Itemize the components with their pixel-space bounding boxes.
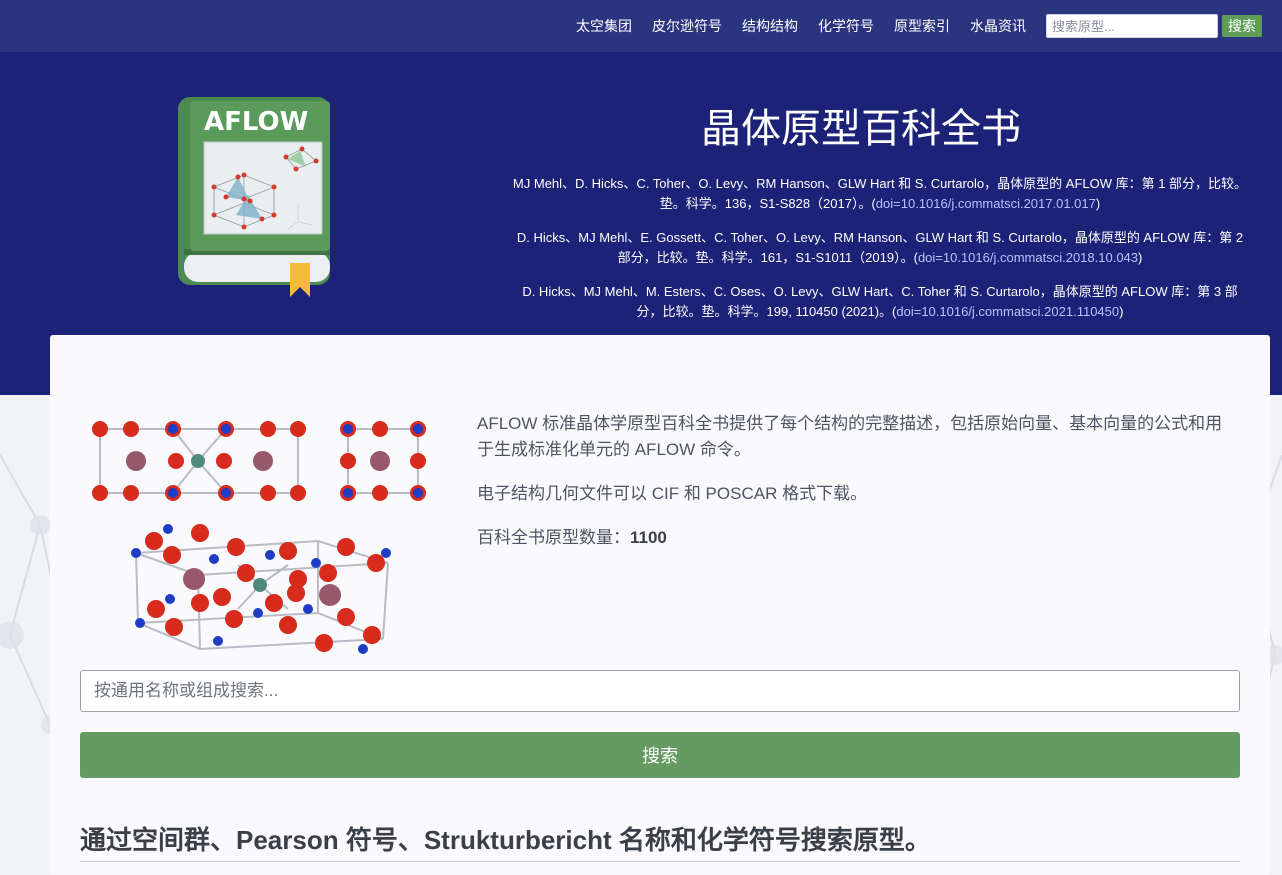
nav-search-button[interactable]: 搜索 — [1222, 15, 1262, 37]
doi-link[interactable]: doi=10.1016/j.commatsci.2018.10.043 — [918, 250, 1138, 265]
nav-link-prototype-index[interactable]: 原型索引 — [894, 16, 950, 36]
citation-text: D. Hicks、MJ Mehl、M. Esters、C. Oses、O. Le… — [522, 284, 1238, 319]
citation-close: ) — [1138, 250, 1143, 265]
prototype-count-value: 1100 — [630, 528, 667, 547]
prototype-count-label: 百科全书原型数量： — [477, 528, 630, 547]
doi-link[interactable]: doi=10.1016/j.commatsci.2017.01.017 — [876, 196, 1096, 211]
nav-link-chemical-symbol[interactable]: 化学符号 — [818, 16, 874, 36]
page-title: 晶体原型百科全书 — [701, 107, 1021, 151]
top-navbar: 太空集团 皮尔逊符号 结构结构 化学符号 原型索引 水晶资讯 搜索 — [0, 0, 1282, 52]
crystal-structure-illustration — [92, 421, 426, 654]
intro-text: AFLOW 标准晶体学原型百科全书提供了每个结构的完整描述，包括原始向量、基本向… — [477, 411, 1237, 569]
main-content-card: AFLOW 标准晶体学原型百科全书提供了每个结构的完整描述，包括原始向量、基本向… — [50, 335, 1270, 875]
nav-search-form: 搜索 — [1046, 14, 1262, 38]
citation-close: ) — [1095, 196, 1101, 211]
nav-link-strukturbericht[interactable]: 结构结构 — [742, 16, 798, 36]
citation-2: D. Hicks、MJ Mehl、E. Gossett、C. Toher、O. … — [510, 228, 1250, 268]
section-heading: 通过空间群、Pearson 符号、Strukturbericht 名称和化学符号… — [80, 820, 1240, 862]
nav-search-input[interactable] — [1046, 14, 1218, 38]
citation-1: MJ Mehl、D. Hicks、C. Toher、O. Levy、RM Han… — [510, 174, 1250, 214]
intro-paragraph-2: 电子结构几何文件可以 CIF 和 POSCAR 格式下载。 — [477, 484, 868, 503]
citation-3: D. Hicks、MJ Mehl、M. Esters、C. Oses、O. Le… — [510, 282, 1250, 322]
prototype-search-input[interactable] — [80, 670, 1240, 712]
nav-link-pearson-symbol[interactable]: 皮尔逊符号 — [652, 16, 722, 36]
intro-paragraph-1: AFLOW 标准晶体学原型百科全书提供了每个结构的完整描述，包括原始向量、基本向… — [477, 414, 1223, 459]
nav-links: 太空集团 皮尔逊符号 结构结构 化学符号 原型索引 水晶资讯 — [556, 16, 1026, 36]
nav-link-crystal-info[interactable]: 水晶资讯 — [970, 16, 1026, 36]
citation-close: ) — [1119, 304, 1124, 319]
doi-link[interactable]: doi=10.1016/j.commatsci.2021.110450 — [896, 304, 1119, 319]
aflow-book-logo-icon[interactable]: AFLOW — [178, 97, 330, 297]
prototype-search-button[interactable]: 搜索 — [80, 732, 1240, 778]
nav-link-space-groups[interactable]: 太空集团 — [576, 16, 632, 36]
logo-text: AFLOW — [204, 107, 308, 137]
prototype-count-line: 百科全书原型数量：1100 — [477, 525, 1237, 551]
